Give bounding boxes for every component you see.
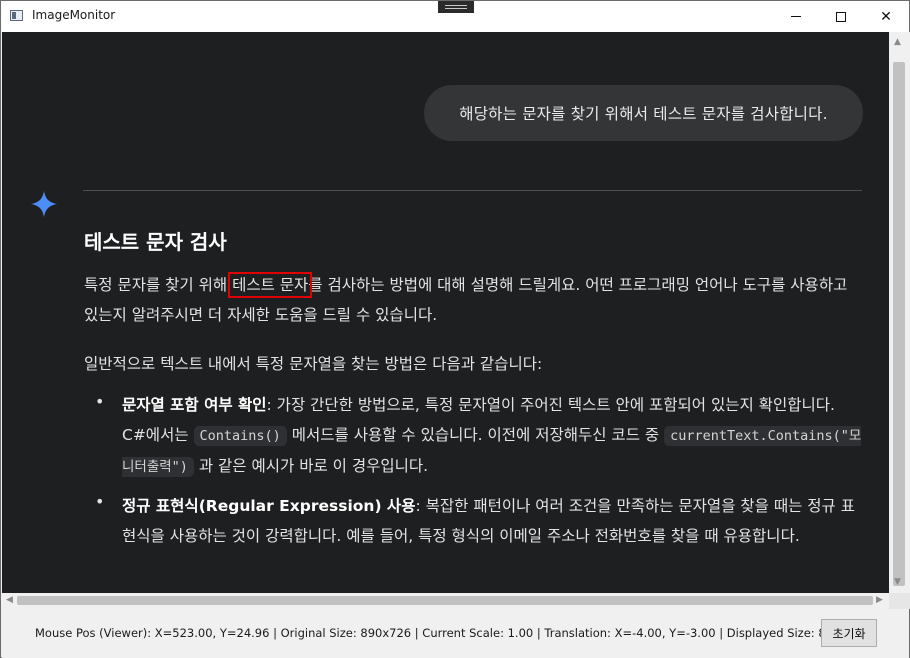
close-button[interactable]: ✕: [863, 1, 909, 32]
highlighted-test-text: 테스트 문자: [228, 272, 313, 298]
reset-button[interactable]: 초기화: [821, 619, 877, 647]
list-item-text: 과 같은 예시가 바로 이 경우입니다.: [193, 457, 429, 475]
paragraph-methods: 일반적으로 텍스트 내에서 특정 문자열을 찾는 방법은 다음과 같습니다:: [84, 355, 543, 373]
divider: [83, 190, 862, 191]
user-message-bubble: 해당하는 문자를 찾기 위해서 테스트 문자를 검사합니다.: [424, 85, 863, 141]
window-title: ImageMonitor: [32, 8, 116, 22]
drag-grip-icon[interactable]: [438, 1, 474, 13]
sparkle-icon: [31, 191, 57, 217]
bullet-dot: •: [95, 492, 105, 511]
maximize-button[interactable]: [818, 1, 864, 32]
maximize-icon: [836, 11, 846, 22]
para-intro-start: 특정 문자를 찾기 위해: [84, 276, 233, 294]
scroll-down-icon[interactable]: ▼: [894, 577, 901, 587]
paragraph-intro: 특정 문자를 찾기 위해 테스트 문자를 검사하는 방법에 대해 설명해 드릴게…: [84, 270, 864, 330]
minimize-icon: [791, 16, 801, 17]
app-window: ImageMonitor ✕ 해당하는 문자를 찾기 위해서 테스트 문자를 검…: [0, 0, 910, 658]
user-message-text: 해당하는 문자를 찾기 위해서 테스트 문자를 검사합니다.: [459, 105, 828, 123]
status-text: Mouse Pos (Viewer): X=523.00, Y=24.96 | …: [35, 626, 870, 640]
response-heading: 테스트 문자 검사: [84, 230, 227, 254]
list-item-text: 메서드를 사용할 수 있습니다. 이전에 저장해두신 코드 중: [286, 426, 665, 444]
status-bar: Mouse Pos (Viewer): X=523.00, Y=24.96 | …: [2, 609, 909, 658]
scroll-corner: [889, 593, 910, 609]
inline-code: Contains(): [193, 426, 287, 446]
list-item: 문자열 포함 여부 확인: 가장 간단한 방법으로, 특정 문자열이 주어진 텍…: [122, 390, 862, 482]
list-item: 정규 표현식(Regular Expression) 사용: 복잡한 패턴이나 …: [122, 491, 862, 551]
scroll-left-icon[interactable]: ◀: [6, 595, 13, 605]
image-viewer[interactable]: 해당하는 문자를 찾기 위해서 테스트 문자를 검사합니다. 테스트 문자 검사…: [2, 32, 889, 593]
minimize-button[interactable]: [773, 1, 819, 32]
title-bar[interactable]: ImageMonitor ✕: [1, 1, 909, 32]
vertical-scrollbar[interactable]: ▲ ▼: [889, 32, 910, 593]
scroll-up-icon[interactable]: ▲: [894, 37, 901, 47]
scroll-right-icon[interactable]: ▶: [876, 595, 883, 605]
bullet-dot: •: [95, 392, 105, 411]
close-icon: ✕: [880, 8, 892, 25]
horizontal-scroll-thumb[interactable]: [17, 596, 873, 605]
list-item-title: 정규 표현식(Regular Expression) 사용: [122, 497, 416, 515]
list-item-title: 문자열 포함 여부 확인: [122, 396, 267, 414]
horizontal-scrollbar[interactable]: ◀ ▶: [2, 593, 889, 609]
app-icon: [10, 10, 23, 21]
vertical-scroll-thumb[interactable]: [893, 62, 905, 586]
